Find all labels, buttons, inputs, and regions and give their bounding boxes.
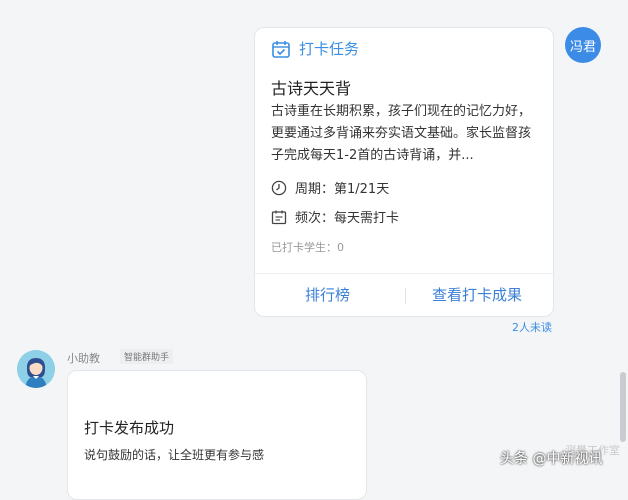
- sender-avatar-text: 冯君: [569, 39, 596, 55]
- bot-message-subtitle: 说句鼓励的话，让全班更有参与感: [84, 448, 265, 462]
- clock-icon: [271, 180, 287, 195]
- period-row: 周期：第1/21天: [271, 178, 389, 197]
- view-results-button[interactable]: 查看打卡成果: [432, 284, 522, 305]
- watermark-text: 头条 @中新视讯: [500, 451, 603, 467]
- calendar-check-icon: [271, 39, 291, 59]
- assistant-avatar-icon: [17, 350, 55, 388]
- bot-name: 小助教: [67, 352, 100, 365]
- bot-avatar[interactable]: [17, 350, 55, 388]
- bot-message-card[interactable]: 打卡发布成功 说句鼓励的话，让全班更有参与感: [67, 370, 367, 500]
- button-separator: [405, 288, 406, 304]
- sender-avatar[interactable]: 冯君: [565, 27, 601, 63]
- frequency-row: 频次：每天需打卡: [271, 207, 399, 226]
- frequency-text: 频次：每天需打卡: [295, 211, 400, 226]
- card-divider: [255, 273, 553, 274]
- leaderboard-button[interactable]: 排行榜: [305, 284, 350, 305]
- task-description: 古诗重在长期积累，孩子们现在的记忆力好，更要通过多背诵来夯实语文基础。家长监督孩…: [271, 104, 532, 163]
- card-header: 打卡任务: [271, 38, 359, 59]
- checkin-task-card[interactable]: 打卡任务 古诗天天背 古诗重在长期积累，孩子们现在的记忆力好，更要通过多背诵来夯…: [254, 27, 554, 317]
- period-text: 周期：第1/21天: [295, 182, 390, 197]
- calendar-icon: [271, 210, 287, 224]
- checked-in-count: 已打卡学生：0: [271, 241, 344, 254]
- card-header-label: 打卡任务: [299, 40, 360, 58]
- scrollbar-thumb[interactable]: [620, 372, 626, 442]
- task-title: 古诗天天背: [271, 79, 352, 98]
- bot-tag: 智能群助手: [120, 349, 174, 364]
- unread-count-link[interactable]: 2人未读: [512, 319, 552, 335]
- bot-message-title: 打卡发布成功: [84, 419, 175, 437]
